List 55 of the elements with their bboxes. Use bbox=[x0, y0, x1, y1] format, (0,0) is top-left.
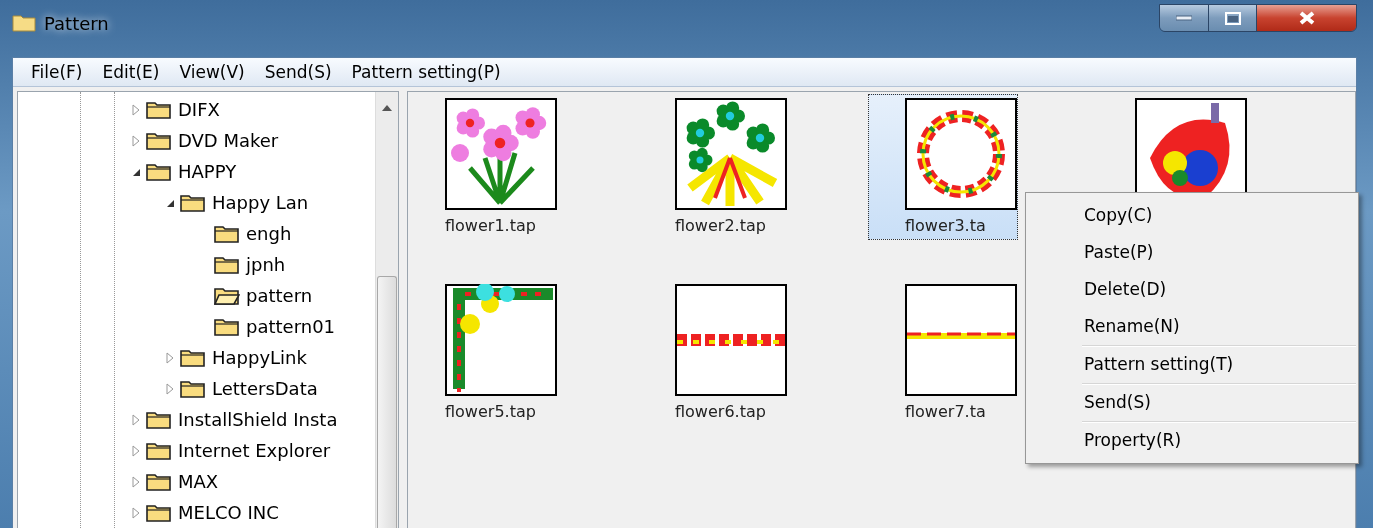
menu-item[interactable]: View(V) bbox=[169, 62, 255, 82]
close-icon bbox=[1297, 11, 1316, 25]
file-item[interactable]: flower6.tap bbox=[638, 280, 788, 426]
folder-icon bbox=[12, 14, 36, 32]
file-item[interactable]: flower2.tap bbox=[638, 94, 788, 240]
tree-item[interactable]: InstallShield Insta bbox=[178, 409, 338, 430]
tree-item[interactable]: HappyLink bbox=[212, 347, 307, 368]
context-menu-item[interactable]: Rename(N) bbox=[1028, 308, 1356, 345]
file-name: flower3.ta bbox=[905, 216, 986, 235]
collapsed-triangle-icon[interactable] bbox=[130, 134, 142, 147]
tree-item[interactable]: Happy Lan bbox=[212, 192, 309, 213]
context-menu-item[interactable]: Paste(P) bbox=[1028, 234, 1356, 271]
file-name: flower2.tap bbox=[675, 216, 766, 235]
menu-item[interactable]: Edit(E) bbox=[92, 62, 170, 82]
tree-item[interactable]: pattern bbox=[246, 285, 313, 306]
collapsed-triangle-icon[interactable] bbox=[130, 103, 142, 116]
tree-item[interactable]: MAX bbox=[178, 471, 219, 492]
file-item[interactable]: flower7.ta bbox=[868, 280, 1018, 426]
collapsed-triangle-icon[interactable] bbox=[130, 444, 142, 457]
file-item[interactable]: flower5.tap bbox=[408, 280, 558, 426]
tree-item[interactable]: LettersData bbox=[212, 378, 318, 399]
collapsed-triangle-icon[interactable] bbox=[130, 475, 142, 488]
tree-item[interactable]: MELCO INC bbox=[178, 502, 279, 523]
tree-item[interactable]: jpnh bbox=[246, 254, 286, 275]
collapsed-triangle-icon[interactable] bbox=[130, 413, 142, 426]
tree-item[interactable]: Internet Explorer bbox=[178, 440, 331, 461]
collapsed-triangle-icon[interactable] bbox=[164, 351, 176, 364]
collapsed-triangle-icon[interactable] bbox=[130, 506, 142, 519]
tree-item[interactable]: pattern01 bbox=[246, 316, 336, 337]
window-title: Pattern bbox=[44, 13, 109, 34]
close-button[interactable] bbox=[1256, 5, 1356, 31]
context-menu-item[interactable]: Copy(C) bbox=[1028, 197, 1356, 234]
file-name: flower5.tap bbox=[445, 402, 536, 421]
menu-item[interactable]: Send(S) bbox=[254, 62, 342, 82]
file-name: flower6.tap bbox=[675, 402, 766, 421]
context-menu-item[interactable]: Property(R) bbox=[1082, 422, 1356, 459]
scrollbar[interactable] bbox=[375, 92, 398, 528]
menu-item[interactable]: File(F) bbox=[21, 62, 93, 82]
file-item[interactable]: flower1.tap bbox=[408, 94, 558, 240]
maximize-icon bbox=[1224, 11, 1241, 25]
maximize-button[interactable] bbox=[1208, 5, 1256, 31]
tree-item[interactable]: DIFX bbox=[178, 99, 220, 120]
file-name: flower7.ta bbox=[905, 402, 986, 421]
tree-item[interactable]: HAPPY bbox=[178, 161, 237, 182]
menu-item[interactable]: Pattern setting(P) bbox=[341, 62, 511, 82]
minimize-icon bbox=[1176, 15, 1192, 21]
file-item[interactable]: flower3.ta bbox=[868, 94, 1018, 240]
tree-item[interactable]: DVD Maker bbox=[178, 130, 279, 151]
tree-item[interactable]: engh bbox=[246, 223, 292, 244]
scroll-up-icon[interactable] bbox=[382, 104, 392, 111]
context-menu-item[interactable]: Send(S) bbox=[1082, 384, 1356, 421]
collapsed-triangle-icon[interactable] bbox=[164, 382, 176, 395]
context-menu-item[interactable]: Pattern setting(T) bbox=[1082, 346, 1356, 383]
file-name: flower1.tap bbox=[445, 216, 536, 235]
context-menu-item[interactable]: Delete(D) bbox=[1028, 271, 1356, 308]
